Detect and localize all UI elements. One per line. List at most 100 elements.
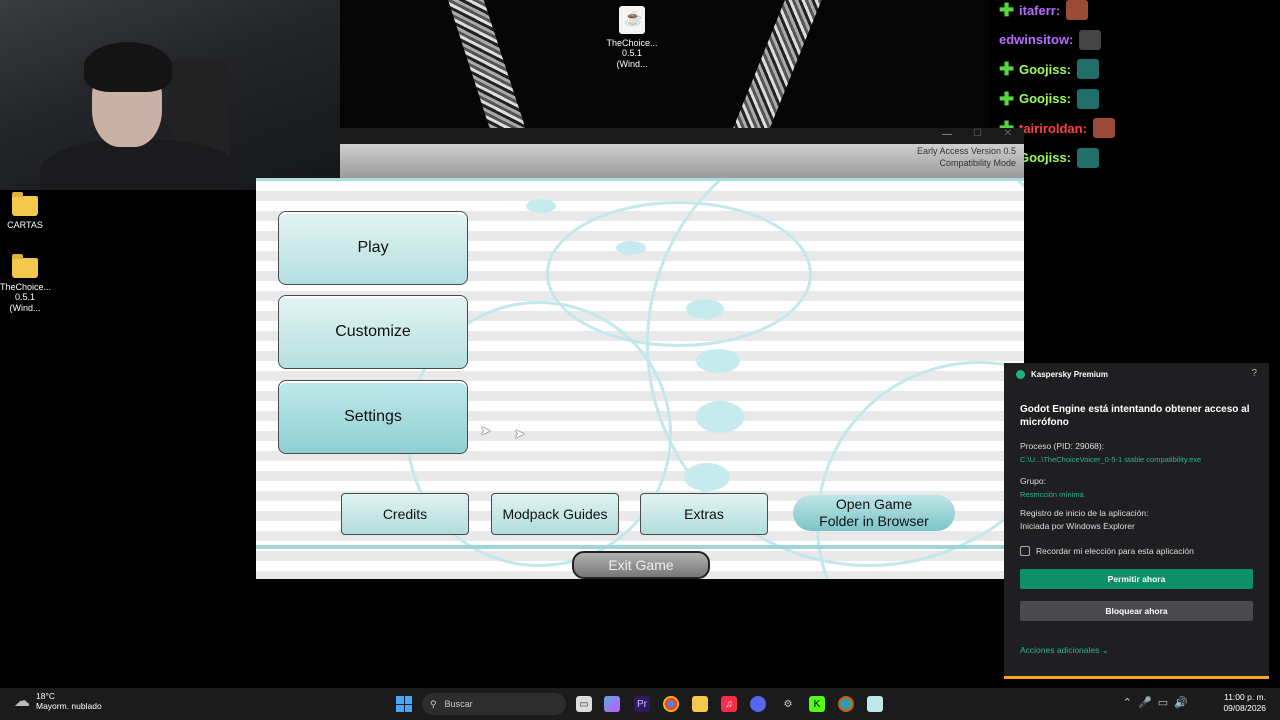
windows-logo-icon: [396, 696, 404, 704]
dot-decoration: [526, 199, 556, 213]
desktop-icon-thechoice[interactable]: TheChoice... 0.5.1 (Wind...: [0, 254, 52, 313]
game-header: Early Access Version 0.5 Compatibility M…: [340, 144, 1024, 178]
time: 11:00 p. m.: [1224, 692, 1266, 702]
desktop-icon-label: TheChoice... 0.5.1 (Wind...: [606, 38, 658, 69]
date: 09/08/2026: [1223, 703, 1266, 714]
dialog-title: Godot Engine está intentando obtener acc…: [1020, 404, 1250, 428]
folder-icon: [12, 254, 38, 278]
close-icon[interactable]: ✕: [1004, 128, 1012, 139]
chat-message: ✚ itaferr:: [999, 0, 1089, 20]
desktop-icon-cartas[interactable]: CARTAS: [4, 192, 46, 230]
minimize-icon[interactable]: —: [942, 129, 952, 140]
checkbox-icon[interactable]: [1020, 546, 1030, 556]
chat-username: Goojiss:: [1019, 61, 1072, 77]
chat-emote: [1077, 88, 1100, 109]
cloud-icon: ☁: [14, 692, 30, 710]
dot-decoration: [696, 349, 740, 373]
weather-text: Mayorm. nublado: [36, 700, 102, 711]
taskbar-search[interactable]: ⚲ Buscar: [422, 693, 566, 715]
badge-icon: ✚: [999, 88, 1015, 109]
group-value-link[interactable]: Restricción mínima: [1020, 490, 1084, 499]
taskbar: ☁ 18°C Mayorm. nublado ⚲ Buscar ▭ Pr ♫ ⚙…: [0, 688, 1280, 720]
start-button[interactable]: [396, 696, 412, 712]
folder-icon: [12, 192, 38, 216]
chrome-icon[interactable]: [663, 696, 679, 712]
chrome-icon-2[interactable]: [838, 696, 854, 712]
system-tray[interactable]: ⌃ 🎤 ▭ 🔊: [1123, 696, 1188, 709]
chat-message: ✚Goojiss:: [999, 59, 1100, 79]
game-main-menu: Play Customize Settings Credits Modpack …: [256, 178, 1024, 579]
play-button[interactable]: Play: [278, 211, 468, 285]
chat-username: Goojiss:: [1019, 150, 1072, 165]
desktop-icon-label: CARTAS: [7, 220, 43, 230]
chat-emote: [1077, 59, 1100, 79]
kaspersky-header: Kaspersky Premium: [1016, 370, 1108, 379]
desktop-wallpaper: [340, 0, 990, 128]
group-label: Grupo:: [1020, 476, 1046, 486]
discord-icon[interactable]: [750, 696, 766, 712]
dot-decoration: [686, 299, 724, 319]
remember-choice-checkbox[interactable]: Recordar mi elección para esta aplicació…: [1020, 546, 1194, 556]
process-path-link[interactable]: C:\U...\TheChoiceVoicer_0-5-1 stable com…: [1020, 455, 1201, 464]
credits-button[interactable]: Credits: [341, 493, 469, 535]
person-hair: [84, 42, 172, 92]
chat-emote: [1092, 118, 1115, 138]
help-icon[interactable]: ?: [1251, 368, 1257, 379]
kaspersky-permission-dialog: Kaspersky Premium ? Godot Engine está in…: [1004, 363, 1269, 679]
allow-now-button[interactable]: Permitir ahora: [1020, 569, 1253, 589]
clock[interactable]: 11:00 p. m. 09/08/2026: [1223, 692, 1266, 714]
badge-icon: ✚: [999, 0, 1015, 20]
dot-decoration: [616, 241, 646, 255]
extras-button[interactable]: Extras: [640, 493, 768, 535]
additional-actions-label: Acciones adicionales: [1020, 645, 1100, 655]
chevron-down-icon: ⌄: [1101, 645, 1109, 655]
desktop-icon-thechoice-java[interactable]: TheChoice... 0.5.1 (Wind...: [606, 6, 658, 69]
music-icon[interactable]: ♫: [721, 696, 737, 712]
chat-message: ✚ Goojiss:: [999, 88, 1100, 109]
search-icon: ⚲: [430, 698, 437, 709]
maximize-icon[interactable]: ☐: [973, 128, 982, 139]
desktop-icon-label: TheChoice... 0.5.1 (Wind...: [0, 282, 52, 313]
game-window-titlebar[interactable]: — ☐ ✕: [340, 128, 1024, 144]
chain-decoration: [444, 0, 530, 128]
chat-username: edwinsitow:: [999, 32, 1074, 47]
chat-username: itaferr:: [1019, 2, 1061, 18]
folder-icon[interactable]: [692, 696, 708, 712]
modpack-guides-button[interactable]: Modpack Guides: [491, 493, 619, 535]
open-folder-label-2: Folder in Browser: [819, 513, 929, 529]
open-game-folder-button[interactable]: Open Game Folder in Browser: [793, 495, 955, 531]
file-explorer-icon[interactable]: ▭: [576, 696, 592, 712]
chat-username: Goojiss:: [1019, 91, 1072, 106]
dot-decoration: [696, 401, 744, 433]
exit-game-button[interactable]: Exit Game: [572, 551, 710, 579]
chat-emote: [1079, 29, 1102, 50]
settings-button[interactable]: Settings: [278, 380, 468, 454]
customize-button[interactable]: Customize: [278, 295, 468, 369]
bubble-decoration: [546, 201, 812, 347]
settings-icon[interactable]: ⚙: [780, 696, 796, 712]
premiere-icon[interactable]: Pr: [634, 696, 650, 712]
mouse-cursor-icon: ➤: [480, 423, 491, 438]
person-body: [40, 140, 240, 190]
version-label: Early Access Version 0.5 Compatibility M…: [916, 146, 1016, 168]
copilot-icon[interactable]: [604, 696, 620, 712]
chat-emote: [1077, 147, 1100, 168]
weather-widget[interactable]: ☁ 18°C Mayorm. nublado: [14, 691, 102, 712]
registry-label: Registro de inicio de la aplicación:: [1020, 508, 1149, 518]
chat-message: edwinsitow:: [999, 29, 1102, 50]
open-folder-label-1: Open Game: [835, 496, 913, 513]
registry-value: Iniciada por Windows Explorer: [1020, 521, 1135, 531]
search-placeholder: Buscar: [444, 699, 473, 709]
kaspersky-logo-icon: [1016, 370, 1025, 379]
additional-actions-link[interactable]: Acciones adicionales ⌄: [1020, 645, 1109, 656]
chat-username: tairiroldan:: [1019, 120, 1087, 136]
kaspersky-brand: Kaspersky Premium: [1031, 370, 1108, 379]
stream-chat: ✚itaferr:edwinsitow:✚Goojiss:✚Goojiss:✚t…: [995, 0, 1280, 170]
remember-choice-label: Recordar mi elección para esta aplicació…: [1036, 546, 1194, 556]
block-now-button[interactable]: Bloquear ahora: [1020, 601, 1253, 621]
godot-app-icon[interactable]: [867, 696, 883, 712]
kick-icon[interactable]: K: [809, 696, 825, 712]
webcam-overlay: [0, 0, 340, 190]
java-icon: [619, 6, 645, 34]
badge-icon: ✚: [999, 59, 1015, 79]
